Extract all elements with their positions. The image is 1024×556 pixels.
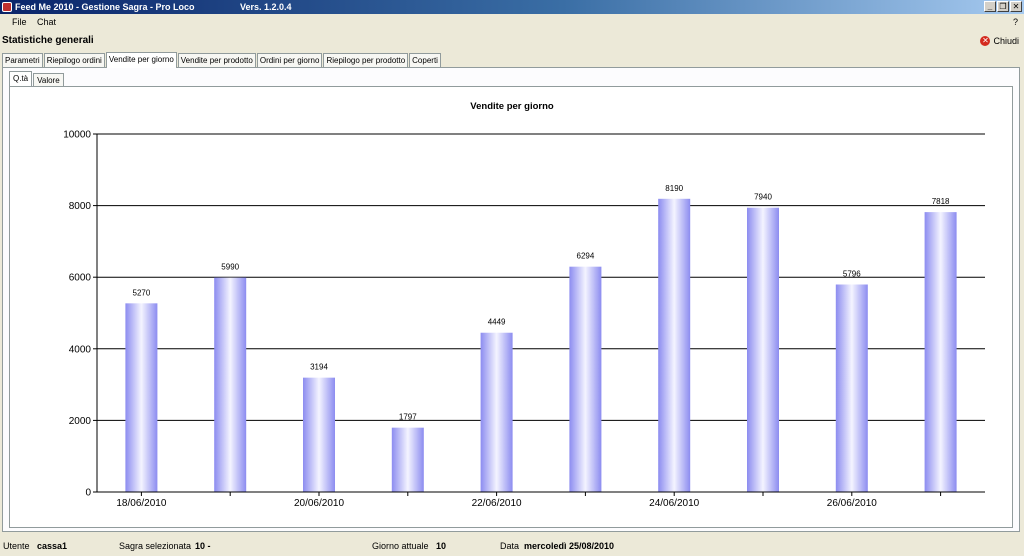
restore-button[interactable]: ❐ [997, 1, 1009, 12]
page-title: Statistiche generali [2, 35, 94, 46]
window-version: Vers. 1.2.0.4 [240, 2, 292, 12]
y-tick-label: 6000 [69, 273, 92, 284]
data-label: 5796 [843, 270, 861, 279]
data-value: mercoledì 25/08/2010 [524, 541, 615, 551]
bar [569, 266, 602, 492]
sagra-value: 10 - [195, 541, 211, 551]
tab-vendite-per-prodotto[interactable]: Vendite per prodotto [177, 53, 256, 67]
x-tick-label: 20/06/2010 [294, 498, 344, 509]
data-label: 4449 [488, 318, 506, 327]
x-tick-label: 22/06/2010 [472, 498, 522, 509]
data-label: Data [500, 541, 520, 551]
menu-bar: File Chat ? [0, 15, 1024, 30]
data-label: 7818 [932, 197, 950, 206]
tab-riepilogo-per-prodotto[interactable]: Riepilogo per prodotto [323, 53, 409, 67]
tab-riepilogo-ordini[interactable]: Riepilogo ordini [43, 53, 105, 67]
status-bar: Utente cassa1 Sagra selezionata 10 - Gio… [0, 536, 1024, 556]
data-label: 3194 [310, 363, 328, 372]
chiudi-button[interactable]: ✕ Chiudi [980, 34, 1019, 48]
x-tick-label: 26/06/2010 [827, 498, 877, 509]
y-tick-label: 2000 [69, 416, 92, 427]
tab-vendite-per-giorno[interactable]: Vendite per giorno [105, 52, 177, 68]
bar [214, 277, 247, 492]
subtab-valore[interactable]: Valore [33, 73, 64, 86]
menu-help[interactable]: ? [1013, 17, 1018, 27]
utente-value: cassa1 [37, 541, 68, 551]
minimize-button[interactable]: _ [984, 1, 996, 12]
y-tick-label: 0 [85, 488, 91, 499]
tab-panel: Q.tà Valore Vendite per giorno 5270 5990 3… [2, 67, 1020, 532]
utente-label: Utente [3, 541, 30, 551]
data-label: 5990 [221, 263, 239, 272]
title-bar: Feed Me 2010 - Gestione Sagra - Pro Loco… [0, 0, 1024, 14]
tab-parametri[interactable]: Parametri [2, 53, 43, 67]
data-label: 1797 [399, 413, 417, 422]
giorno-label: Giorno attuale [372, 541, 429, 551]
app-icon [2, 2, 12, 12]
bar [835, 284, 868, 492]
menu-chat[interactable]: Chat [37, 17, 56, 27]
menu-file[interactable]: File [12, 17, 27, 27]
tab-coperti[interactable]: Coperti [409, 53, 441, 67]
sagra-label: Sagra selezionata [119, 541, 192, 551]
y-tick-label: 10000 [63, 130, 91, 141]
x-tick-label: 24/06/2010 [649, 498, 699, 509]
bar [303, 377, 335, 492]
close-icon: ✕ [980, 36, 991, 46]
subtab-quantita[interactable]: Q.tà [9, 71, 33, 86]
window-close-button[interactable]: ✕ [1010, 1, 1022, 12]
data-label: 8190 [665, 184, 683, 193]
chart-title: Vendite per giorno [470, 101, 554, 112]
bar [391, 427, 424, 492]
chiudi-label: Chiudi [993, 36, 1019, 46]
bar [480, 332, 513, 492]
data-label: 5270 [133, 288, 151, 297]
bar [125, 303, 158, 492]
data-label: 6294 [577, 252, 595, 261]
bar-chart: Vendite per giorno 5270 5990 3194 1797 4449 6… [63, 101, 985, 509]
bar [658, 198, 691, 492]
giorno-value: 10 [436, 541, 447, 551]
chart-frame: Vendite per giorno 5270 5990 3194 1797 4449 6… [9, 86, 1013, 528]
x-tick-label: 18/06/2010 [116, 498, 166, 509]
data-label: 7940 [754, 193, 772, 202]
window-title: Feed Me 2010 - Gestione Sagra - Pro Loco [15, 2, 195, 12]
y-tick-label: 4000 [69, 344, 92, 355]
tab-ordini-per-giorno[interactable]: Ordini per giorno [256, 53, 323, 67]
bar [924, 212, 957, 492]
bar [747, 207, 779, 493]
form-header: Statistiche generali ✕ Chiudi [0, 31, 1024, 51]
main-tabs: Parametri Riepilogo ordini Vendite per g… [2, 52, 442, 68]
sub-tabs: Q.tà Valore [9, 71, 65, 86]
y-tick-label: 8000 [69, 201, 92, 212]
